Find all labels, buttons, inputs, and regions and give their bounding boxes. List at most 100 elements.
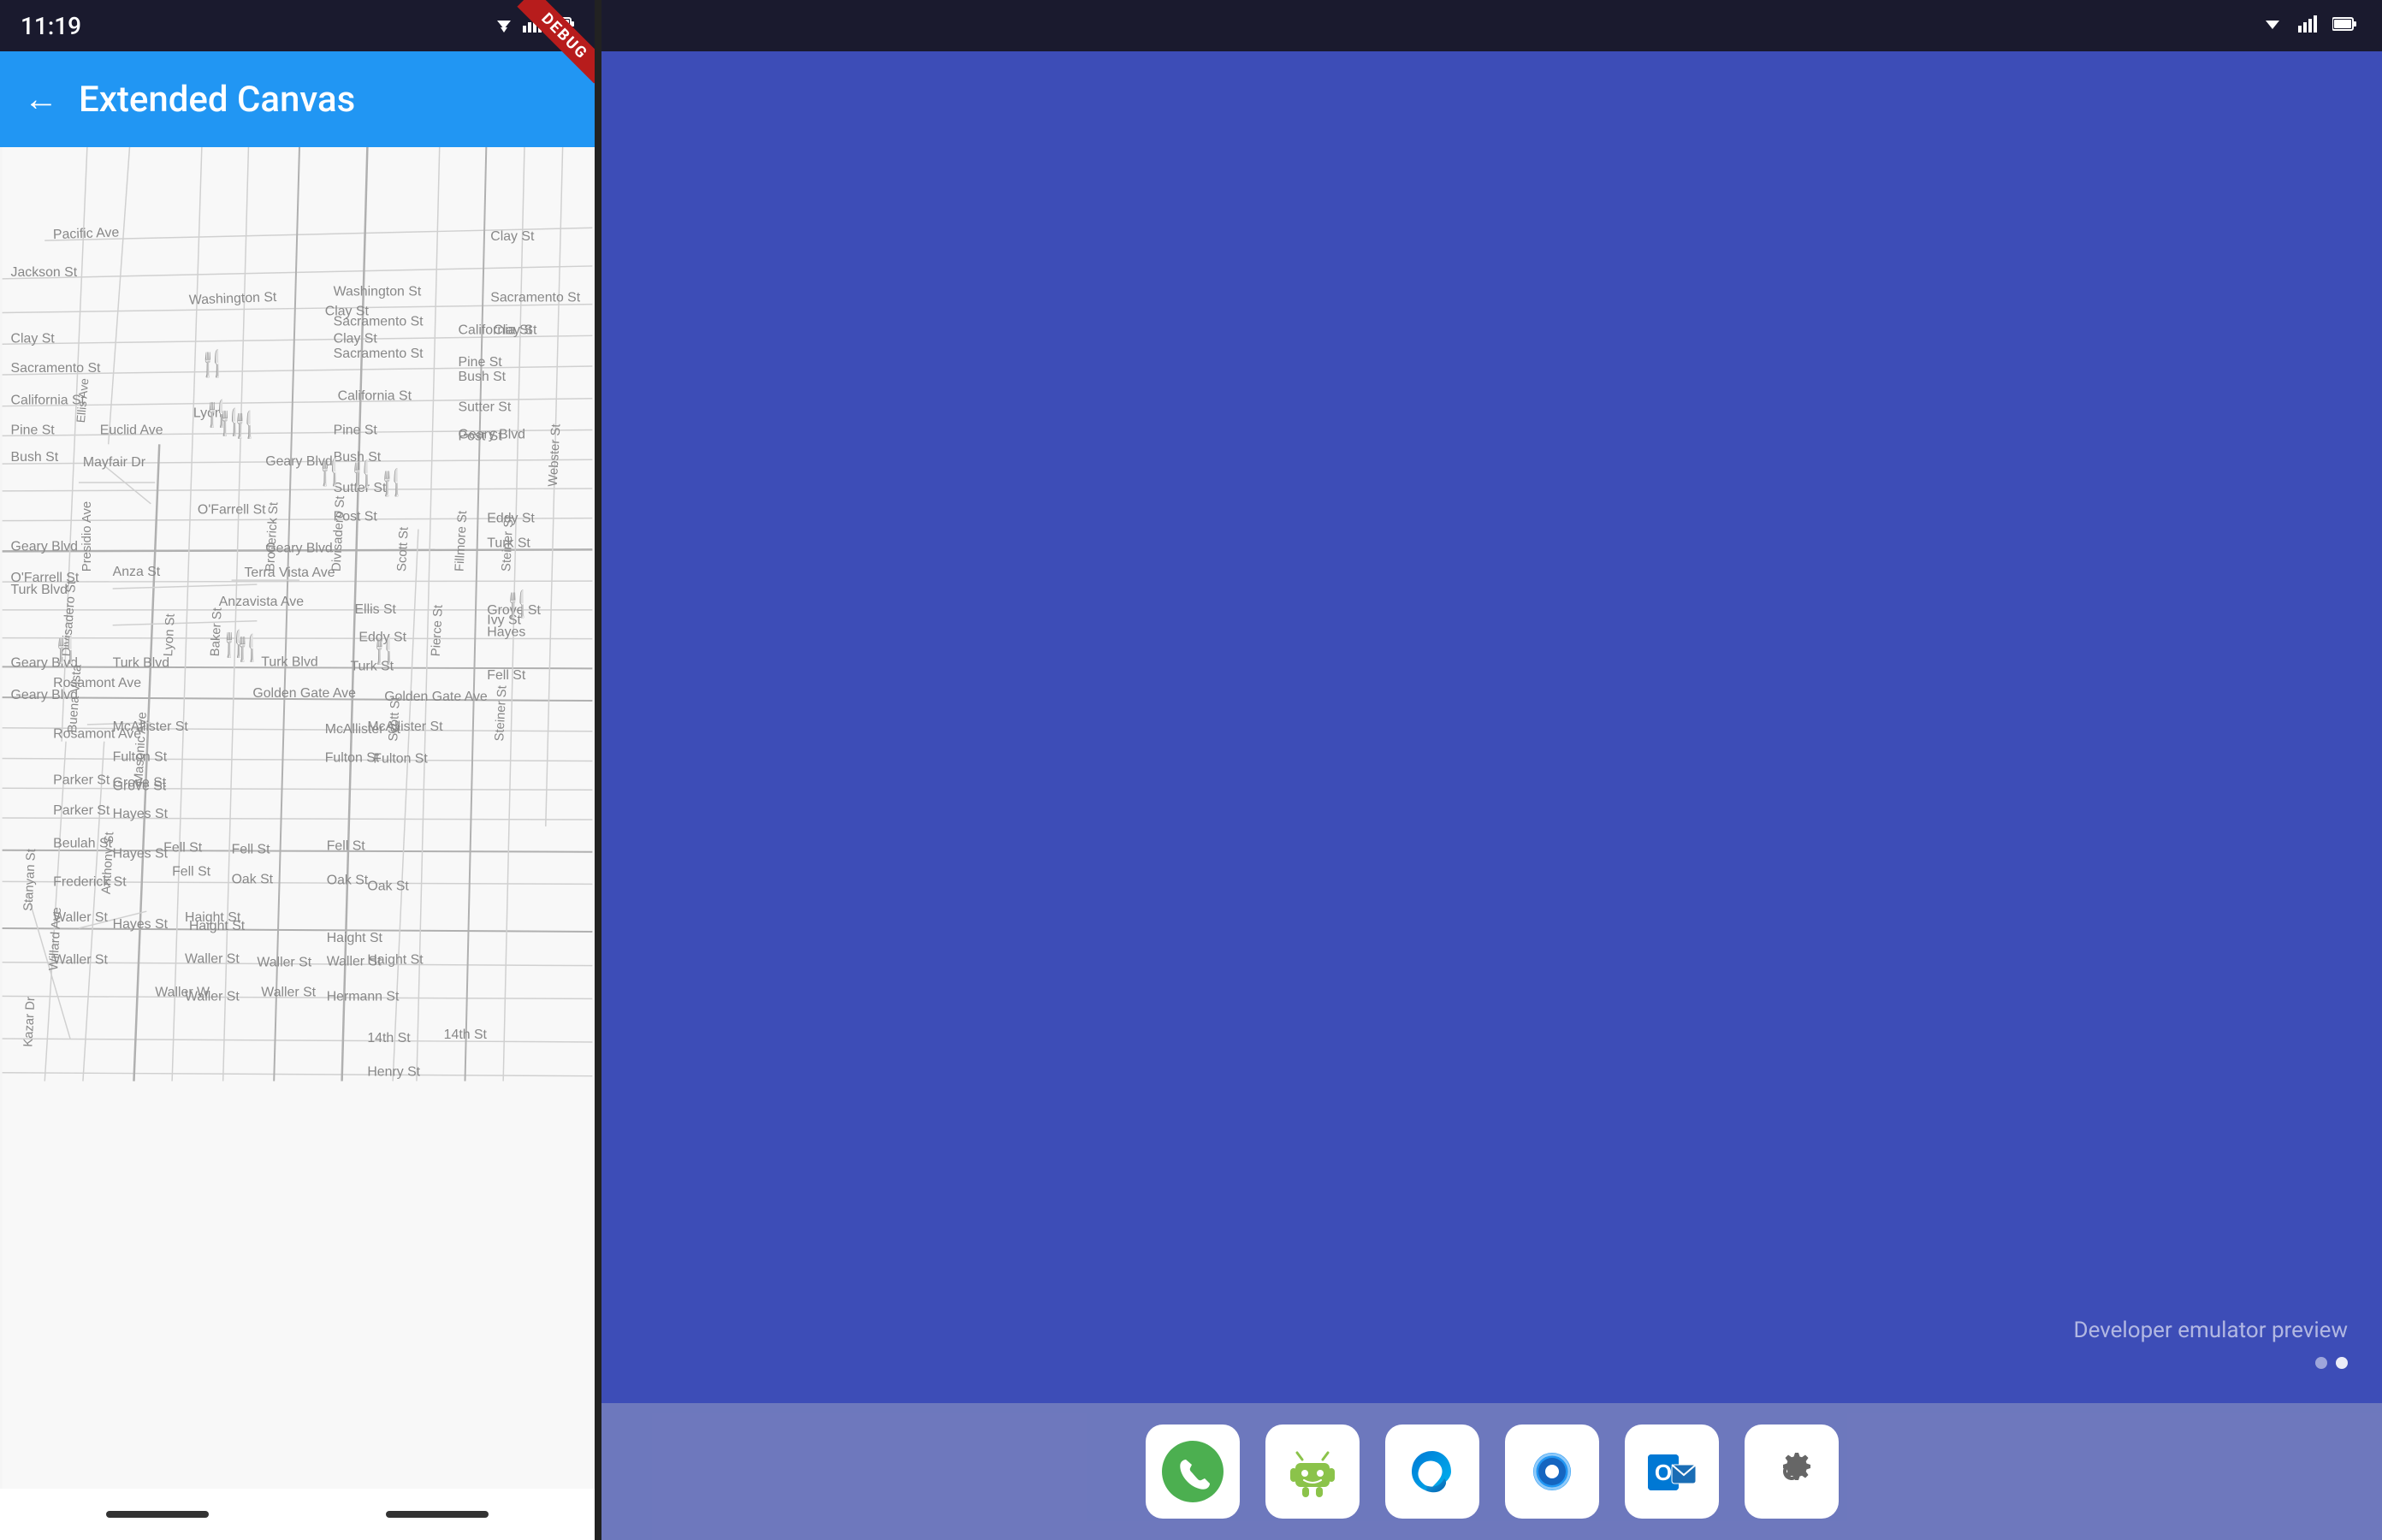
desktop-panel: Developer emulator preview	[601, 0, 2382, 1540]
phone-icon-button[interactable]	[1146, 1424, 1240, 1519]
android-robot-icon-button[interactable]	[1265, 1424, 1360, 1519]
svg-text:Washington St: Washington St	[189, 290, 278, 308]
restaurant-pin-12: 🍴	[369, 636, 400, 666]
svg-text:Haight St: Haight St	[327, 931, 383, 945]
restaurant-pin-1: 🍴	[197, 349, 228, 379]
svg-text:🍴: 🍴	[369, 636, 400, 666]
restaurant-pin-7: 🍴	[376, 468, 408, 498]
svg-text:Waller St: Waller St	[185, 989, 240, 1004]
svg-text:Turk Blvd: Turk Blvd	[261, 654, 317, 669]
svg-text:Waller St: Waller St	[53, 953, 108, 968]
svg-text:Washington St: Washington St	[334, 285, 422, 299]
debug-label: DEBUG	[517, 0, 595, 84]
restaurant-pin-9: 🍴	[50, 635, 82, 665]
svg-text:Rosamont Ave: Rosamont Ave	[53, 676, 141, 690]
svg-text:Clay St: Clay St	[490, 229, 535, 244]
svg-text:Fulton St: Fulton St	[373, 751, 428, 766]
svg-text:O'Farrell St: O'Farrell St	[198, 503, 266, 518]
desktop-status-icons	[2261, 14, 2356, 38]
svg-text:Fulton St: Fulton St	[325, 751, 380, 766]
svg-text:Fell St: Fell St	[487, 668, 526, 683]
svg-text:Henry St: Henry St	[367, 1065, 420, 1080]
svg-text:Haight St: Haight St	[367, 953, 424, 968]
settings-icon-button[interactable]	[1745, 1424, 1839, 1519]
svg-text:Geary Blvd: Geary Blvd	[459, 427, 525, 441]
svg-text:California St: California St	[11, 394, 86, 408]
taskbar: O	[601, 1403, 2382, 1540]
panel-divider	[595, 0, 601, 1540]
dot-2	[2336, 1357, 2348, 1369]
svg-text:Turk Blvd: Turk Blvd	[113, 655, 169, 670]
app-bar: ← Extended Canvas	[0, 51, 595, 147]
status-time: 11:19	[21, 12, 81, 40]
svg-text:Jackson St: Jackson St	[11, 265, 78, 280]
nav-indicator-2	[386, 1511, 489, 1518]
desktop-battery-icon	[2332, 15, 2356, 37]
svg-text:Pine St: Pine St	[334, 423, 378, 437]
restaurant-pin-4: 🍴	[229, 410, 261, 440]
debug-banner: DEBUG	[509, 0, 595, 86]
svg-text:Hayes St: Hayes St	[113, 847, 169, 862]
nav-bar	[0, 1489, 595, 1540]
svg-text:Hayes St: Hayes St	[113, 807, 169, 821]
svg-text:Bush St: Bush St	[459, 370, 507, 384]
back-button[interactable]: ←	[24, 82, 58, 116]
android-panel: 11:19	[0, 0, 595, 1540]
svg-text:Terra Vista Ave: Terra Vista Ave	[244, 566, 335, 580]
svg-text:Kazar Dr: Kazar Dr	[21, 997, 38, 1047]
svg-text:Pierce St: Pierce St	[430, 604, 446, 657]
svg-text:Oak St: Oak St	[232, 872, 274, 886]
svg-text:Sacramento St: Sacramento St	[11, 361, 101, 376]
svg-text:California St: California St	[338, 389, 412, 404]
svg-text:Rosamont Ave: Rosamont Ave	[53, 727, 141, 742]
svg-text:🍴: 🍴	[314, 458, 346, 488]
svg-text:Sacramento St: Sacramento St	[490, 291, 580, 305]
svg-text:Fell St: Fell St	[327, 839, 366, 854]
app-bar-title: Extended Canvas	[79, 79, 355, 121]
svg-text:Haight St: Haight St	[185, 910, 241, 925]
svg-text:🍴: 🍴	[376, 468, 408, 498]
svg-text:Turk Blvd: Turk Blvd	[11, 583, 68, 597]
edge-browser-icon-button[interactable]	[1385, 1424, 1479, 1519]
svg-text:Pacific Ave: Pacific Ave	[53, 225, 120, 242]
outlook-icon-button[interactable]: O	[1625, 1424, 1719, 1519]
svg-text:Clay St: Clay St	[493, 323, 537, 337]
svg-text:Oak St: Oak St	[327, 873, 369, 887]
svg-text:🍴: 🍴	[229, 410, 261, 440]
svg-text:Clay St: Clay St	[334, 331, 378, 346]
svg-text:Sutter St: Sutter St	[459, 400, 512, 415]
svg-text:14th St: 14th St	[444, 1028, 488, 1042]
restaurant-pin-8: 🍴	[501, 589, 533, 619]
svg-text:Scott St: Scott St	[395, 526, 412, 572]
svg-text:🍴: 🍴	[50, 635, 82, 665]
svg-text:Lyon St: Lyon St	[162, 613, 178, 657]
dot-1	[2315, 1357, 2327, 1369]
desktop-status-bar	[601, 0, 2382, 51]
svg-text:Fell St: Fell St	[163, 841, 203, 856]
svg-text:Sacramento St: Sacramento St	[334, 314, 424, 329]
svg-text:Beulah St: Beulah St	[53, 837, 112, 851]
svg-text:Golden Gate Ave: Golden Gate Ave	[252, 686, 356, 701]
svg-text:🍴: 🍴	[232, 633, 264, 663]
svg-text:Parker St: Parker St	[53, 803, 110, 818]
desktop-wallpaper: Developer emulator preview	[601, 51, 2382, 1403]
svg-text:Hermann St: Hermann St	[327, 989, 400, 1004]
svg-text:Bush St: Bush St	[11, 450, 59, 465]
status-bar: 11:19	[0, 0, 595, 51]
map-container[interactable]: Pacific Ave Jackson St Washington St Cla…	[0, 147, 595, 1489]
svg-text:Hayes St: Hayes St	[113, 917, 169, 932]
nav-indicator-1	[106, 1511, 209, 1518]
svg-text:Euclid Ave: Euclid Ave	[100, 423, 163, 437]
desktop-wifi-icon	[2261, 14, 2284, 38]
svg-text:McAllister St: McAllister St	[367, 720, 443, 734]
svg-text:🍴: 🍴	[501, 589, 533, 619]
restaurant-pin-11: 🍴	[232, 633, 264, 663]
svg-text:Hayes: Hayes	[487, 625, 525, 640]
svg-text:Ellis St: Ellis St	[354, 602, 396, 617]
svg-text:Scott St: Scott St	[387, 696, 403, 742]
svg-text:Clay St: Clay St	[11, 331, 56, 346]
svg-text:Fell St: Fell St	[232, 843, 271, 857]
svg-text:Waller St: Waller St	[257, 956, 311, 970]
screen-record-icon-button[interactable]	[1505, 1424, 1599, 1519]
svg-text:🍴: 🍴	[347, 459, 378, 489]
